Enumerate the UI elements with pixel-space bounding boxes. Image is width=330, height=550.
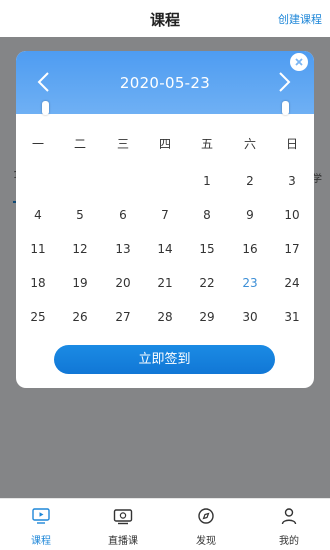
sign-in-now-button[interactable]: 立即签到 bbox=[54, 345, 275, 374]
calendar-day[interactable]: 28 bbox=[153, 310, 177, 324]
calendar-day[interactable]: 8 bbox=[195, 208, 219, 222]
user-icon bbox=[281, 508, 297, 525]
tab-label: 课程 bbox=[31, 536, 51, 547]
calendar-current-date: 2020-05-23 bbox=[119, 74, 211, 92]
bottom-tab-bar: 课程 直播课 发现 我的 bbox=[0, 498, 330, 550]
calendar-day[interactable]: 23 bbox=[238, 276, 262, 290]
calendar-day[interactable]: 27 bbox=[111, 310, 135, 324]
calendar-day[interactable]: 21 bbox=[153, 276, 177, 290]
tab-live-course[interactable]: 直播课 bbox=[82, 499, 164, 550]
calendar-day[interactable]: 7 bbox=[153, 208, 177, 222]
next-month-button[interactable] bbox=[272, 69, 296, 95]
calendar-day[interactable]: 9 bbox=[238, 208, 262, 222]
create-course-button[interactable]: 创建课程 bbox=[278, 11, 322, 27]
calendar-day[interactable]: 29 bbox=[195, 310, 219, 324]
calendar-header: 2020-05-23 bbox=[16, 51, 314, 115]
weekday-label: 六 bbox=[243, 137, 256, 151]
tab-mine[interactable]: 我的 bbox=[248, 499, 330, 550]
calendar-day[interactable]: 2 bbox=[238, 174, 262, 188]
calendar-day[interactable]: 4 bbox=[26, 208, 50, 222]
weekday-label: 一 bbox=[31, 137, 44, 151]
calendar-day[interactable]: 14 bbox=[153, 242, 177, 256]
tab-label: 发现 bbox=[196, 536, 216, 547]
calendar-day[interactable]: 11 bbox=[26, 242, 50, 256]
tab-label: 我的 bbox=[279, 536, 299, 547]
calendar-day[interactable]: 1 bbox=[195, 174, 219, 188]
tab-discover[interactable]: 发现 bbox=[165, 499, 247, 550]
calendar-day[interactable]: 31 bbox=[280, 310, 304, 324]
weekday-row: 一 二 三 四 五 六 日 bbox=[16, 135, 314, 151]
calendar-day[interactable]: 25 bbox=[26, 310, 50, 324]
calendar-day[interactable]: 17 bbox=[280, 242, 304, 256]
calendar-day[interactable]: 24 bbox=[280, 276, 304, 290]
header-slider-handle-right[interactable] bbox=[282, 101, 289, 115]
weekday-label: 五 bbox=[200, 137, 213, 151]
calendar-day[interactable]: 19 bbox=[68, 276, 92, 290]
calendar-day[interactable]: 3 bbox=[280, 174, 304, 188]
calendar-day[interactable]: 6 bbox=[111, 208, 135, 222]
tab-course[interactable]: 课程 bbox=[0, 499, 82, 550]
calendar-day[interactable]: 12 bbox=[68, 242, 92, 256]
calendar-dialog: 2020-05-23 一 二 三 四 五 六 日 1 2 3 4 5 6 7 8 9 10 11 12… bbox=[16, 51, 314, 388]
calendar-day[interactable]: 20 bbox=[111, 276, 135, 290]
tab-label: 直播课 bbox=[108, 536, 138, 547]
compass-icon bbox=[198, 508, 214, 524]
weekday-label: 二 bbox=[73, 137, 86, 151]
weekday-label: 日 bbox=[285, 137, 298, 151]
close-icon bbox=[291, 54, 307, 70]
calendar-day[interactable]: 13 bbox=[111, 242, 135, 256]
calendar-day[interactable]: 15 bbox=[195, 242, 219, 256]
top-nav-bar: 课程 创建课程 bbox=[0, 0, 330, 37]
calendar-day[interactable]: 16 bbox=[238, 242, 262, 256]
calendar-day[interactable]: 10 bbox=[280, 208, 304, 222]
close-dialog-button[interactable] bbox=[290, 53, 308, 71]
calendar-day[interactable]: 18 bbox=[26, 276, 50, 290]
calendar-day[interactable]: 30 bbox=[238, 310, 262, 324]
tv-live-icon bbox=[113, 509, 133, 525]
monitor-play-icon bbox=[32, 508, 50, 524]
weekday-label: 三 bbox=[116, 137, 129, 151]
calendar-day[interactable]: 26 bbox=[68, 310, 92, 324]
chevron-right-icon bbox=[279, 72, 291, 92]
calendar-day[interactable]: 5 bbox=[68, 208, 92, 222]
weekday-label: 四 bbox=[158, 137, 171, 151]
calendar-day[interactable]: 22 bbox=[195, 276, 219, 290]
header-slider-handle-left[interactable] bbox=[42, 101, 49, 115]
